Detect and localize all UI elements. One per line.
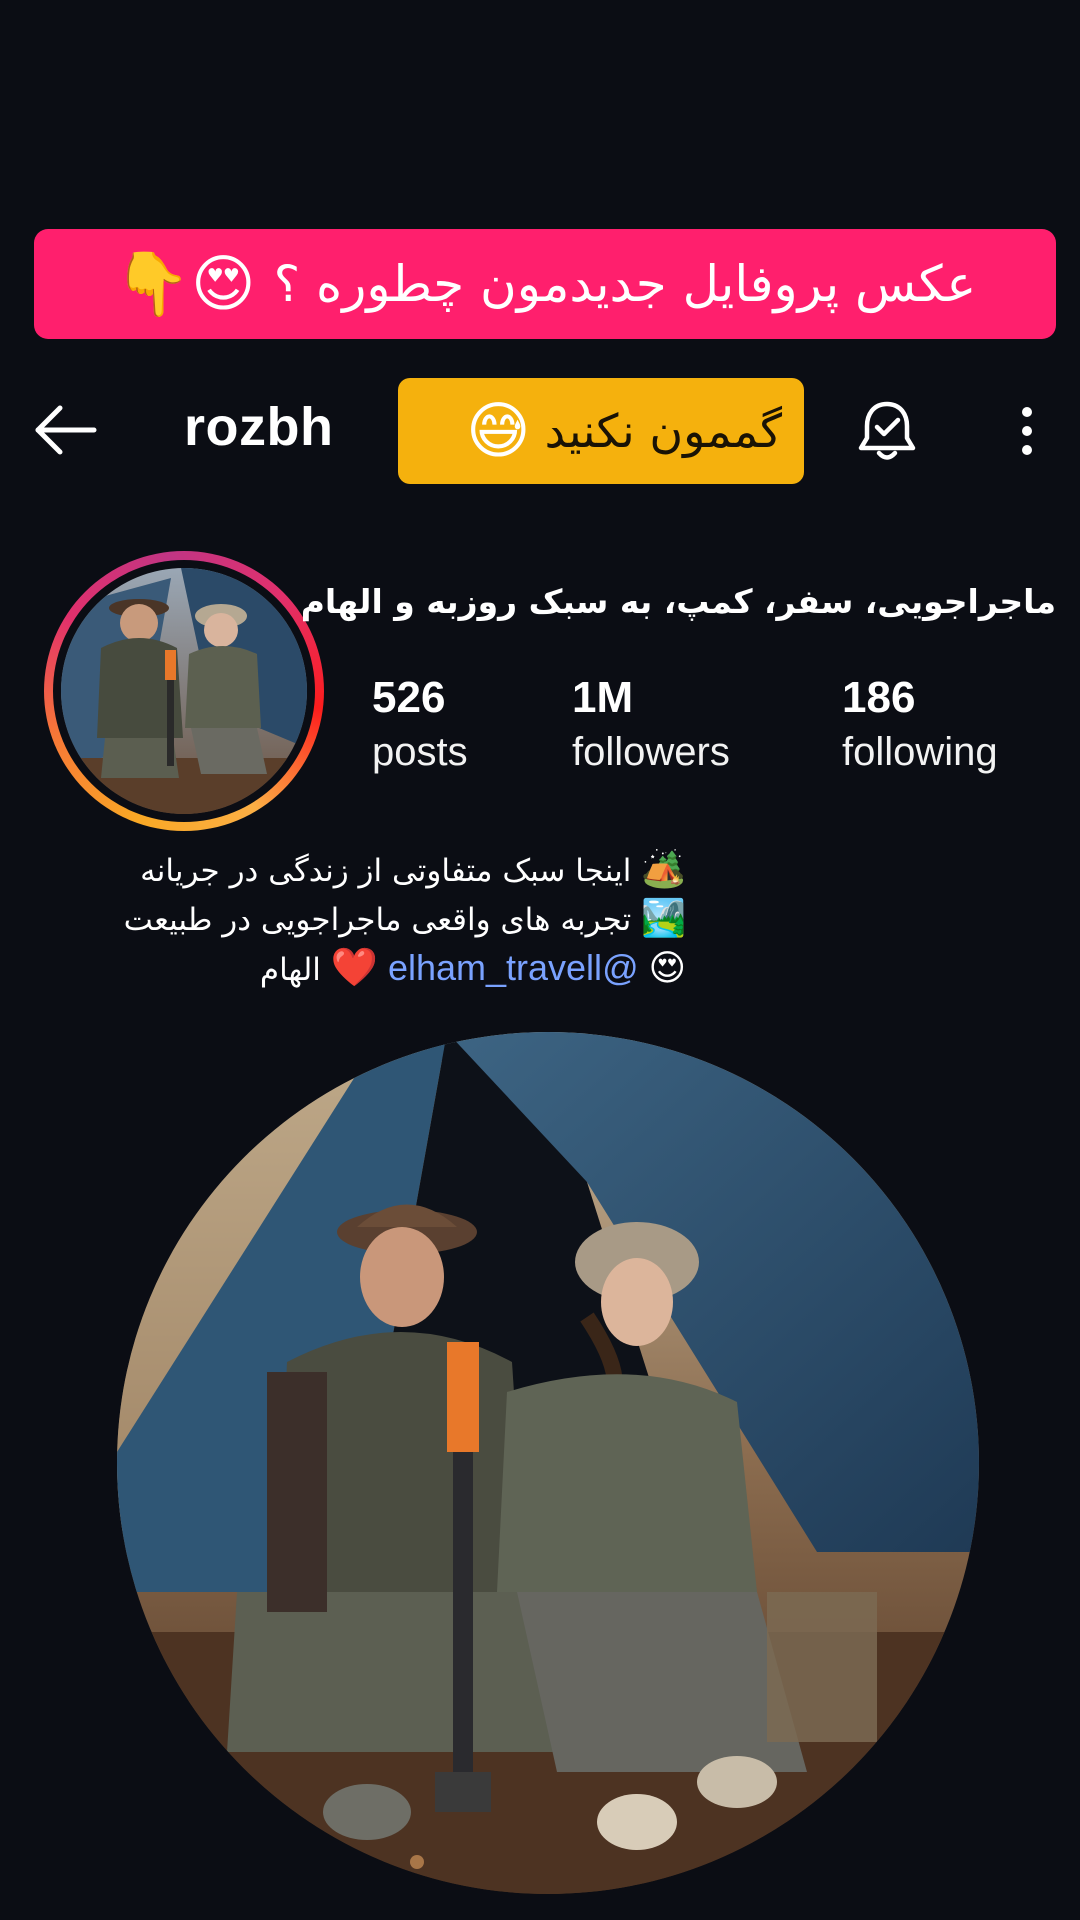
username: rozbh (184, 397, 334, 457)
mention-link[interactable]: @elham_travell (388, 947, 639, 988)
profile-header: rozbh گممون نکنید 😅 (0, 378, 1080, 484)
profile-avatar[interactable] (44, 551, 324, 831)
avatar-photo (61, 568, 307, 814)
sticker-text: گممون نکنید (544, 404, 782, 458)
notification-button[interactable] (855, 398, 919, 464)
more-vertical-icon (1022, 407, 1032, 455)
profile-bio: 🏕️ اینجا سبک متفاوتی از زندگی در جریانه … (46, 846, 686, 994)
sticker-emoji: 😅 (465, 394, 531, 467)
stat-label: followers (572, 730, 730, 774)
bio-text: الهام (259, 952, 321, 988)
stat-label: following (842, 730, 998, 774)
bio-line: 😍 @elham_travell ❤️ الهام (46, 944, 686, 994)
stat-following[interactable]: 186 following (842, 672, 998, 780)
sticker-label: گممون نکنید 😅 (398, 378, 804, 484)
stat-followers[interactable]: 1M followers (572, 672, 730, 780)
bio-text: اینجا سبک متفاوتی از زندگی در جریانه (140, 853, 632, 889)
more-options-button[interactable] (1010, 402, 1044, 460)
stat-posts[interactable]: 526 posts (372, 672, 468, 780)
bio-line: 🏞️ تجربه های واقعی ماجراجویی در طبیعت (46, 895, 686, 944)
profile-title: ماجراجویی، سفر، کمپ، به سبک روزبه و الها… (300, 582, 1056, 621)
heart-icon: ❤️ (330, 945, 379, 989)
profile-photo-large (117, 1032, 979, 1894)
banner-text: عکس پروفایل جدیدمون چطوره ؟ (273, 255, 977, 313)
national-park-icon: 🏞️ (641, 898, 686, 939)
stat-value: 526 (372, 673, 446, 722)
camping-tent-icon: 🏕️ (641, 849, 686, 890)
back-button[interactable] (30, 400, 100, 460)
back-arrow-icon (35, 405, 97, 455)
bio-line: 🏕️ اینجا سبک متفاوتی از زندگی در جریانه (46, 846, 686, 895)
stat-label: posts (372, 730, 468, 774)
bio-text: تجربه های واقعی ماجراجویی در طبیعت (123, 902, 632, 938)
stat-value: 1M (572, 673, 634, 722)
caption-banner: عکس پروفایل جدیدمون چطوره ؟ 😍👇 (34, 229, 1056, 339)
heart-eyes-icon: 😍 (648, 948, 686, 989)
banner-emoji: 😍👇 (113, 247, 256, 320)
notification-bell-icon (858, 401, 916, 460)
stat-value: 186 (842, 673, 916, 722)
